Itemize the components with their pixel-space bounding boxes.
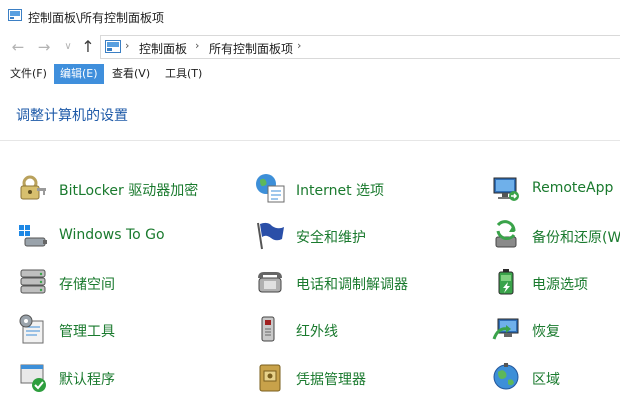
internet-options-icon: [256, 174, 285, 203]
menu-tools[interactable]: 工具(T): [159, 64, 208, 84]
item-label: 区域: [532, 372, 560, 388]
navigation-bar: ← → ∨ ↑ › 控制面板 › 所有控制面板项 ›: [0, 33, 620, 61]
item-label: Internet 选项: [296, 183, 385, 199]
item-label: BitLocker 驱动器加密: [59, 183, 199, 199]
admin-tools-icon: [19, 314, 44, 344]
item-label: 默认程序: [59, 372, 115, 388]
power-options-icon: [498, 269, 514, 295]
bitlocker-icon: [20, 175, 46, 200]
region-icon: [493, 363, 519, 390]
recovery-icon: [492, 318, 519, 340]
divider: [0, 140, 620, 141]
item-label: 备份和还原(W: [532, 230, 620, 246]
address-bar[interactable]: › 控制面板 › 所有控制面板项 ›: [100, 35, 620, 59]
control-panel-icon: [8, 9, 22, 21]
forward-arrow-icon[interactable]: →: [34, 37, 54, 57]
item-label: 电源选项: [532, 277, 588, 293]
item-label: 红外线: [296, 324, 338, 340]
menu-view[interactable]: 查看(V): [106, 64, 156, 84]
breadcrumb-separator-icon[interactable]: ›: [195, 39, 199, 52]
item-label: 电话和调制解调器: [296, 277, 408, 293]
windows-to-go-icon: [19, 225, 47, 247]
menu-edit[interactable]: 编辑(E): [54, 64, 104, 84]
title-bar: 控制面板\所有控制面板项: [0, 0, 620, 32]
item-label: 存储空间: [59, 277, 115, 293]
remoteapp-icon: [493, 177, 519, 201]
backup-restore-icon: [495, 220, 517, 248]
security-maintenance-icon: [257, 222, 284, 250]
item-label: Windows To Go: [59, 227, 165, 243]
breadcrumb-control-panel[interactable]: 控制面板: [139, 40, 187, 57]
window-title: 控制面板\所有控制面板项: [28, 11, 165, 25]
infrared-icon: [261, 316, 275, 342]
item-label: 恢复: [532, 324, 560, 340]
breadcrumb-all-items[interactable]: 所有控制面板项: [209, 40, 293, 57]
menu-file[interactable]: 文件(F): [4, 64, 53, 84]
breadcrumb-separator-icon[interactable]: ›: [125, 39, 129, 52]
default-programs-icon: [20, 364, 46, 392]
back-arrow-icon[interactable]: ←: [8, 37, 28, 57]
breadcrumb-separator-icon[interactable]: ›: [297, 39, 301, 52]
up-arrow-icon[interactable]: ↑: [78, 37, 98, 57]
phone-modem-icon: [258, 272, 282, 293]
item-label: 管理工具: [59, 324, 115, 340]
item-label: 凭据管理器: [296, 372, 366, 388]
credential-manager-icon: [259, 364, 281, 392]
control-panel-icon: [105, 40, 121, 53]
storage-spaces-icon: [20, 269, 46, 294]
menu-bar: 文件(F) 编辑(E) 查看(V) 工具(T): [0, 64, 620, 84]
page-title: 调整计算机的设置: [16, 108, 128, 124]
item-label: 安全和维护: [296, 230, 366, 246]
item-label: RemoteApp: [532, 180, 614, 196]
recent-locations-chevron-icon[interactable]: ∨: [58, 37, 78, 57]
